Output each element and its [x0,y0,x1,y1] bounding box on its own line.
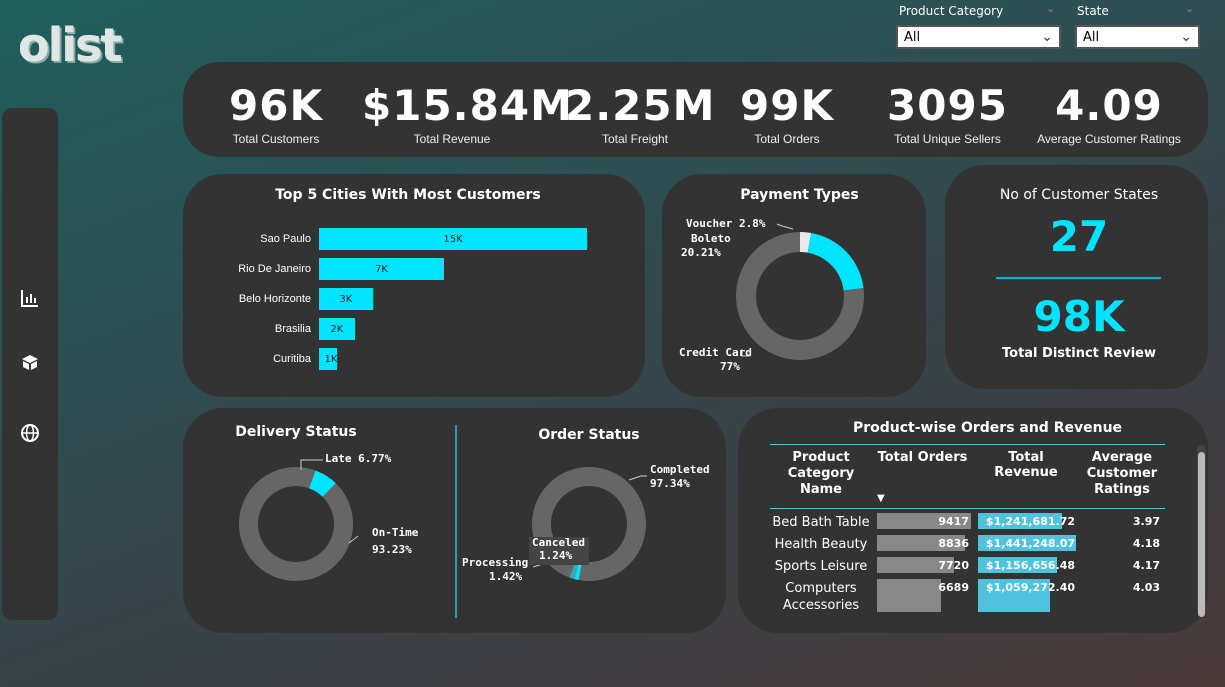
product-name: Health Beauty [774,537,868,552]
kpi-value: 2.25M [565,81,716,130]
rating-value: 4.17 [1132,559,1160,572]
revenue-value: $1,441,248.07 [985,537,1075,550]
kpi-unique-sellers: 3095 Total Unique Sellers [880,81,1015,147]
ontime-pct: 93.23% [372,543,412,556]
kpi-value: 96K [229,81,323,130]
review-label: Total Distinct Review [1002,346,1156,361]
city-label: Rio De Janeiro [238,263,311,275]
kpi-value: $15.84M [362,81,573,130]
product-name: Computers Accessories [782,581,860,613]
bar-value-label: 1K [324,354,338,365]
divider [770,508,1165,509]
city-label: Belo Horizonte [238,293,311,305]
product-category-select[interactable]: All ⌄ [896,25,1061,49]
states-value: 27 [1049,212,1109,261]
rating-value: 4.18 [1132,537,1160,550]
orders-value: 9417 [938,515,969,528]
kpi-value: 3095 [887,81,1008,130]
sidebar [2,108,58,620]
revenue-value: $1,059,272.40 [985,581,1075,594]
processing-label: Processing [462,556,529,569]
rating-value: 4.03 [1132,581,1160,594]
sort-down-icon[interactable]: ▼ [877,493,885,504]
box-icon[interactable] [20,353,40,373]
chevron-down-icon[interactable]: ⌄ [1046,2,1055,15]
cities-title: Top 5 Cities With Most Customers [275,187,541,203]
city-label: Curitiba [273,353,311,365]
boleto-label: Boleto [691,232,731,245]
revenue-value: $1,156,656.48 [985,559,1075,572]
col-header-revenue[interactable]: Total Revenue [976,450,1076,480]
divider [770,444,1165,445]
bar-chart-icon[interactable] [20,288,40,308]
kpi-value: 99K [740,81,834,130]
completed-pct: 97.34% [650,477,690,490]
chevron-down-icon: ⌄ [1180,29,1192,45]
chevron-down-icon[interactable]: ⌄ [1185,2,1194,15]
orders-value: 6689 [938,581,969,594]
boleto-slice[interactable] [807,232,864,291]
boleto-pct: 20.21% [681,246,721,259]
product-category-value: All [904,30,921,45]
globe-icon[interactable] [20,423,40,443]
city-label: Sao Paulo [260,233,311,245]
states-title: No of Customer States [999,187,1159,203]
ontime-slice[interactable] [239,467,353,581]
kpi-label: Total Freight [601,132,669,146]
state-label: State [1077,4,1109,18]
bar-value-label: 2K [330,324,344,335]
kpi-label: Total Unique Sellers [894,132,1001,146]
orders-value: 7720 [938,559,969,572]
revenue-value: $1,241,681.72 [985,515,1075,528]
olist-logo: olist [18,18,123,72]
products-title: Product-wise Orders and Revenue [852,420,1123,436]
kpi-label: Average Customer Ratings [1037,132,1181,146]
voucher-label: Voucher 2.8% [686,217,766,230]
canceled-label: Canceled [532,536,585,549]
bar-value-label: 7K [375,264,388,275]
kpi-total-orders: 99K Total Orders [722,81,852,147]
kpi-label: Total Customers [232,132,320,146]
kpi-label: Total Revenue [413,132,491,146]
kpi-total-customers: 96K Total Customers [206,81,346,147]
chevron-down-icon: ⌄ [1041,29,1053,45]
product-name: Sports Leisure [774,559,868,574]
completed-label: Completed [650,463,710,476]
review-value: 98K [1033,292,1125,341]
col-header-category[interactable]: Product Category Name [772,450,870,498]
late-label: Late 6.77% [325,452,392,465]
product-name: Bed Bath Table [772,515,870,530]
kpi-avg-ratings: 4.09 Average Customer Ratings [1030,81,1188,147]
kpi-total-revenue: $15.84M Total Revenue [362,81,573,147]
leader-line [776,223,794,230]
ontime-label: On-Time [372,526,419,539]
col-header-orders[interactable]: Total Orders [876,450,969,465]
bar-value-label: 3K [339,294,353,305]
divider [996,277,1161,279]
delivery-order-donuts [239,459,647,581]
scrollbar-thumb[interactable] [1198,452,1205,617]
payment-donut [736,223,864,360]
canceled-pct: 1.24% [539,549,573,562]
col-header-ratings[interactable]: Average Customer Ratings [1082,450,1162,498]
kpi-value: 4.09 [1055,81,1163,130]
state-select[interactable]: All ⌄ [1075,25,1200,49]
product-category-label: Product Category [899,4,1004,18]
orders-value: 8836 [938,537,969,550]
credit-card-label: Credit Card [679,346,752,359]
processing-pct: 1.42% [489,570,523,583]
kpi-label: Total Orders [754,132,820,146]
leader-line [628,475,647,481]
state-value: All [1083,30,1100,45]
credit-card-pct: 77% [720,360,740,373]
city-label: Brasilia [274,323,311,335]
rating-value: 3.97 [1132,515,1160,528]
kpi-total-freight: 2.25M Total Freight [565,81,716,147]
bar-value-label: 15K [443,234,463,245]
